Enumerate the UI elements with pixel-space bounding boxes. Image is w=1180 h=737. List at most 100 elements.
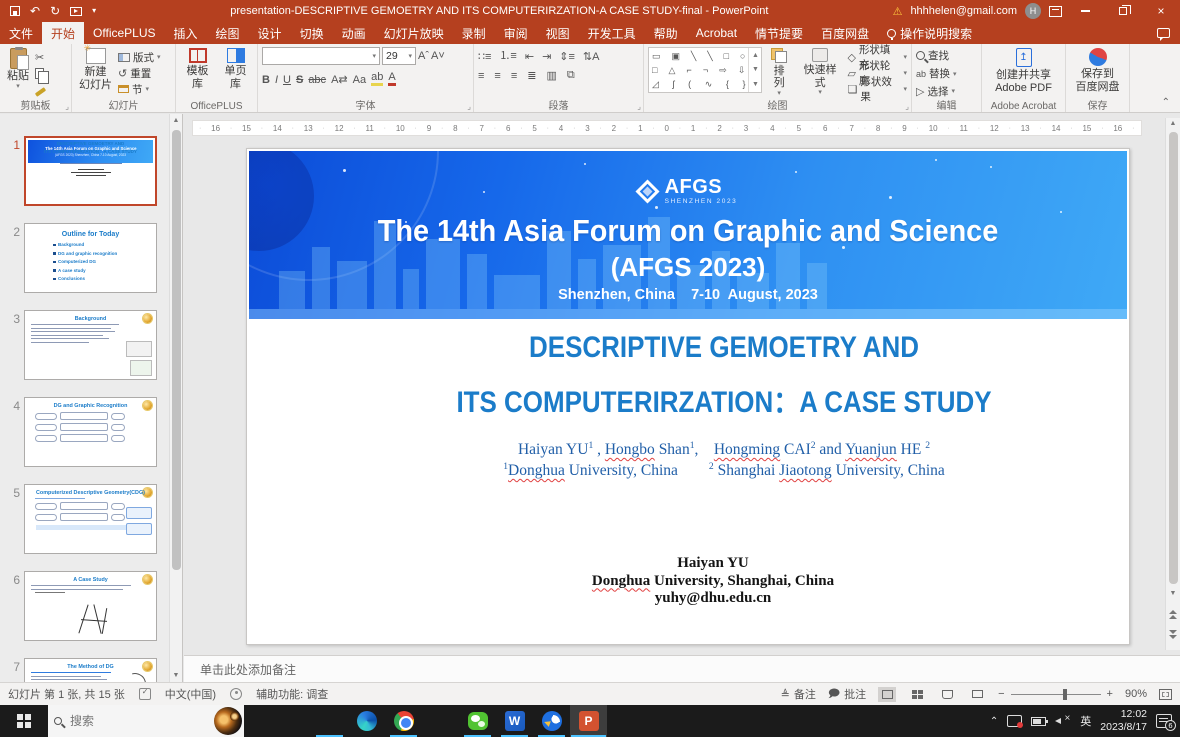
clipboard-dialog-launcher[interactable]: ⌟	[65, 102, 69, 111]
section-button[interactable]: 节▾	[118, 81, 161, 97]
gallery-down-icon[interactable]: ▼	[752, 66, 759, 73]
taskbar-file-explorer-button[interactable]	[311, 705, 348, 737]
avatar[interactable]: H	[1025, 3, 1041, 19]
conference-banner[interactable]: AFGS SHENZHEN 2023 The 14th Asia Forum o…	[249, 151, 1127, 319]
gallery-more-icon[interactable]: ▼	[752, 81, 759, 88]
line-spacing-icon[interactable]: ⇕≡	[559, 50, 575, 63]
taskbar-box-app-button[interactable]	[422, 705, 459, 737]
slide-title-line2[interactable]: ITS COMPUTERIRZATION：A CASE STUDY	[366, 379, 1082, 421]
template-library-button[interactable]: 模板库	[180, 47, 215, 99]
previous-slide-button[interactable]	[1166, 610, 1180, 619]
tab-帮助[interactable]: 帮助	[645, 22, 687, 44]
account-email[interactable]: hhhhelen@gmail.com	[910, 5, 1017, 17]
change-case-button[interactable]: Aa	[353, 74, 366, 86]
minimize-button[interactable]	[1070, 0, 1100, 22]
start-slideshow-icon[interactable]	[70, 7, 82, 16]
tab-操作说明搜索[interactable]: 操作说明搜索	[878, 22, 981, 44]
strikethrough-button[interactable]: abc	[308, 74, 326, 86]
slide-title-line1[interactable]: DESCRIPTIVE GEMOETRY AND	[366, 331, 1082, 365]
next-slide-button[interactable]	[1166, 630, 1180, 639]
spotlight-image[interactable]	[214, 707, 242, 735]
grow-font-icon[interactable]: Aˆ	[418, 50, 429, 62]
character-spacing-button[interactable]: A⇄	[331, 73, 348, 86]
qat-more-icon[interactable]: ▾	[92, 7, 96, 15]
paste-button[interactable]: 粘贴▾	[4, 47, 32, 99]
collapse-ribbon-icon[interactable]: ⌃	[1152, 97, 1180, 112]
zoom-level[interactable]: 90%	[1125, 688, 1147, 700]
justify-icon[interactable]: ≣	[527, 69, 536, 82]
scroll-down-icon[interactable]: ▼	[1166, 590, 1180, 597]
numbering-icon[interactable]: ⒈≡	[499, 47, 516, 63]
ribbon-display-options-icon[interactable]	[1049, 6, 1062, 17]
tab-开发工具[interactable]: 开发工具	[579, 22, 645, 44]
affiliations-line[interactable]: 1Donghua University, China 2 Shanghai Ji…	[317, 461, 1131, 480]
font-size-combo[interactable]: 29▾	[382, 47, 416, 65]
text-direction-icon[interactable]: ⇅A	[583, 50, 600, 63]
taskbar-clock[interactable]: 12:022023/8/17	[1100, 708, 1147, 734]
tab-动画[interactable]: 动画	[333, 22, 375, 44]
spellcheck-icon[interactable]	[139, 688, 151, 700]
scroll-down-icon[interactable]: ▼	[170, 672, 182, 679]
fit-to-window-icon[interactable]	[1159, 689, 1172, 700]
reading-view-button[interactable]	[938, 687, 956, 702]
quick-styles-button[interactable]: 快速样式▾	[796, 47, 845, 99]
tab-百度网盘[interactable]: 百度网盘	[812, 22, 878, 44]
bold-button[interactable]: B	[262, 74, 270, 86]
highlight-color-button[interactable]: ab	[371, 71, 383, 86]
contact-block[interactable]: Haiyan YU Donghua University, Shanghai, …	[547, 555, 879, 608]
tab-文件[interactable]: 文件	[0, 22, 42, 44]
bullets-icon[interactable]: ∷≡	[478, 50, 491, 63]
tab-开始[interactable]: 开始	[42, 22, 84, 44]
notes-placeholder[interactable]: 单击此处添加备注	[200, 661, 296, 678]
notes-toggle-button[interactable]: ≜备注	[781, 686, 816, 702]
tab-视图[interactable]: 视图	[537, 22, 579, 44]
accessibility-status[interactable]: 辅助功能: 调查	[256, 686, 328, 702]
normal-view-button[interactable]	[878, 687, 896, 702]
shape-gallery[interactable]: ▭▣╲╲□○ □△⌐¬⇨⇩ ◿ʃ(∿{} ▲▼▼	[648, 47, 762, 93]
tab-插入[interactable]: 插入	[165, 22, 207, 44]
slide-thumbnail-7[interactable]: 7The Method of DG	[6, 658, 157, 682]
convert-smartart-icon[interactable]: ⧉	[567, 69, 575, 82]
redo-icon[interactable]: ↻	[50, 5, 60, 17]
taskbar-edge-button[interactable]	[348, 705, 385, 737]
create-share-pdf-button[interactable]: ↥ 创建并共享 Adobe PDF	[992, 47, 1055, 99]
undo-icon[interactable]: ↶	[30, 5, 40, 17]
close-button[interactable]: ×	[1146, 0, 1176, 22]
taskbar-powerpoint-button[interactable]: P	[570, 705, 607, 737]
slide-thumbnail-4[interactable]: 4DG and Graphic Recognition	[6, 397, 157, 467]
arrange-button[interactable]: 排列▾	[765, 47, 792, 99]
tab-幻灯片放映[interactable]: 幻灯片放映	[375, 22, 453, 44]
comments-toggle-button[interactable]: 🗩批注	[828, 685, 866, 704]
authors-line[interactable]: Haiyan YU1 , Hongbo Shan1, Hongming CAI2…	[317, 440, 1131, 459]
slide-thumbnail-2[interactable]: 2Outline for TodayBackgroundDG and graph…	[6, 223, 157, 293]
screen-record-icon[interactable]	[1007, 715, 1022, 727]
tab-绘图[interactable]: 绘图	[207, 22, 249, 44]
notification-center-icon[interactable]: 6	[1156, 714, 1172, 728]
ime-indicator[interactable]: 英	[1080, 713, 1091, 729]
taskbar-task-view-button[interactable]	[274, 705, 311, 737]
tab-设计[interactable]: 设计	[249, 22, 291, 44]
paragraph-dialog-launcher[interactable]: ⌟	[637, 102, 641, 111]
decrease-indent-icon[interactable]: ⇤	[525, 50, 534, 63]
volume-muted-icon[interactable]	[1055, 715, 1071, 727]
align-center-icon[interactable]: ≡	[494, 70, 500, 82]
slide-canvas[interactable]: AFGS SHENZHEN 2023 The 14th Asia Forum o…	[246, 148, 1130, 645]
taskbar-thunder-button[interactable]	[533, 705, 570, 737]
zoom-out-icon[interactable]: −	[998, 688, 1004, 700]
find-button[interactable]: 查找	[916, 48, 977, 64]
scroll-up-icon[interactable]: ▲	[170, 117, 182, 124]
cut-button[interactable]: ✂	[35, 49, 46, 65]
italic-button[interactable]: I	[275, 74, 278, 86]
tab-录制[interactable]: 录制	[453, 22, 495, 44]
layout-button[interactable]: 版式▾	[118, 49, 161, 65]
drawing-dialog-launcher[interactable]: ⌟	[905, 102, 909, 111]
save-to-baidu-button[interactable]: 保存到 百度网盘	[1073, 47, 1123, 99]
font-color-button[interactable]: A	[388, 71, 395, 86]
tray-expand-icon[interactable]: ⌃	[990, 716, 998, 727]
battery-icon[interactable]	[1031, 717, 1046, 726]
tab-OfficePLUS[interactable]: OfficePLUS	[84, 22, 164, 44]
tab-切换[interactable]: 切换	[291, 22, 333, 44]
replace-button[interactable]: ab替换▾	[916, 66, 977, 82]
search-input[interactable]	[68, 713, 168, 729]
taskbar-search[interactable]	[48, 705, 244, 737]
